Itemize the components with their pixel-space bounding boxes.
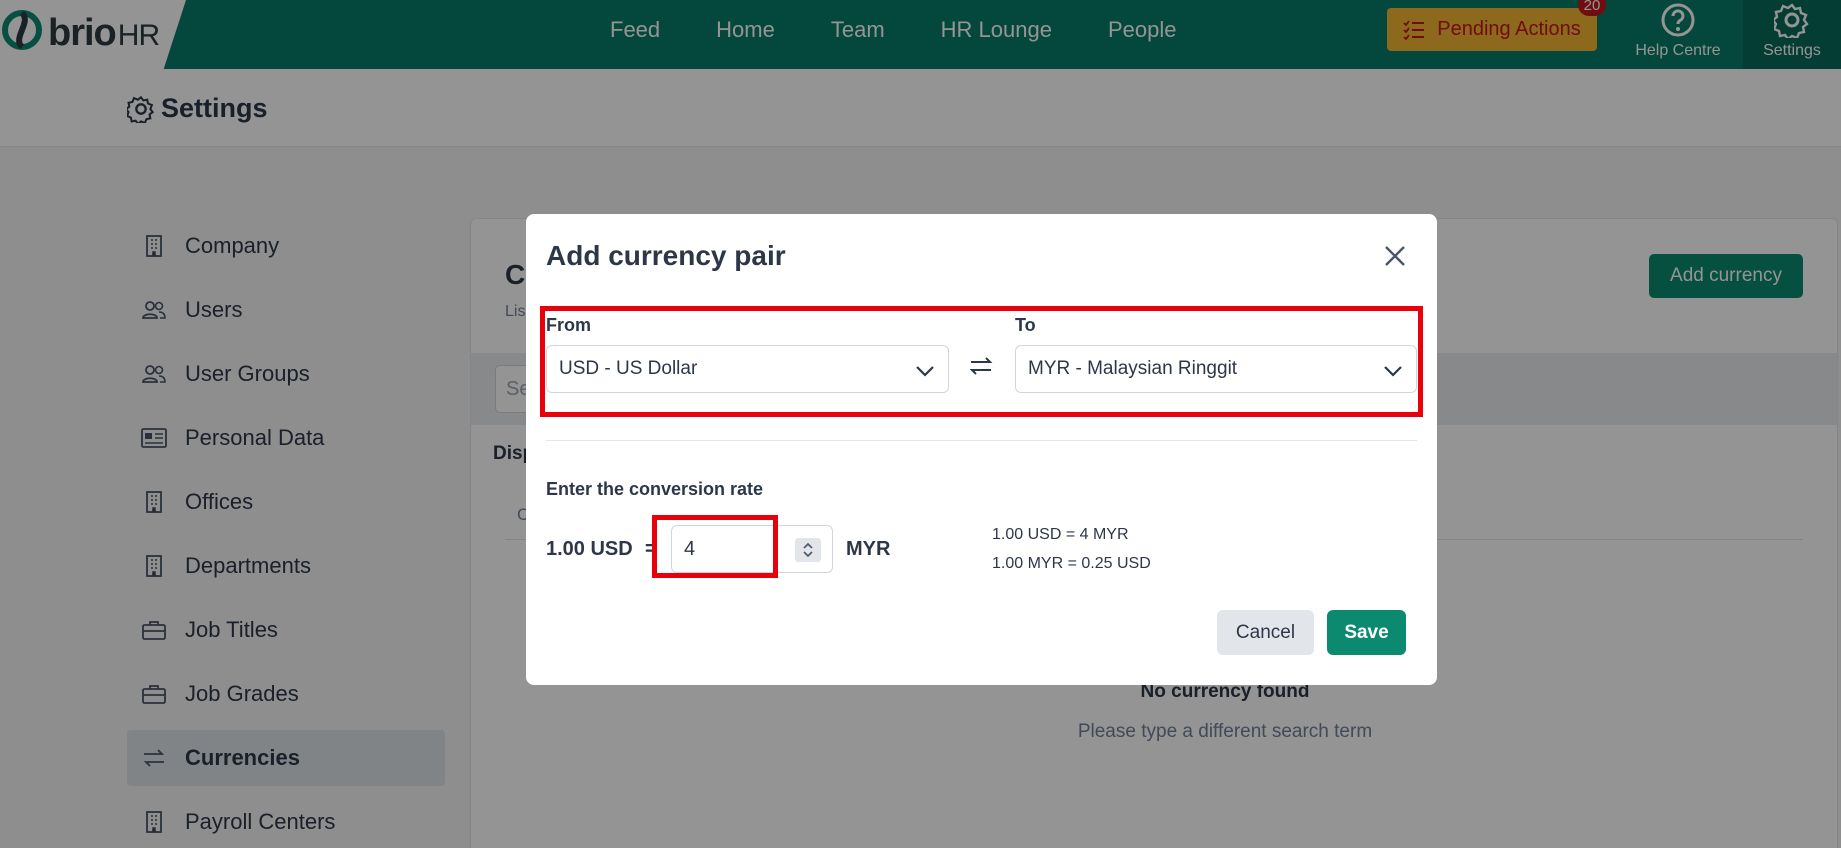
close-icon <box>1385 246 1405 266</box>
cancel-button[interactable]: Cancel <box>1217 610 1314 655</box>
modal-divider <box>546 440 1417 441</box>
target-currency: MYR <box>846 538 891 560</box>
save-button[interactable]: Save <box>1327 610 1406 655</box>
add-currency-pair-modal: Add currency pair From USD - US Dollar T… <box>526 214 1437 685</box>
rate-stepper[interactable] <box>795 538 821 562</box>
stepper-arrows-icon <box>803 542 813 558</box>
calc-forward-rate: 1.00 USD = 4 MYR <box>992 526 1129 543</box>
highlight-rate-input <box>652 515 778 578</box>
close-button[interactable] <box>1381 242 1409 270</box>
conversion-rate-label: Enter the conversion rate <box>546 479 764 499</box>
modal-title: Add currency pair <box>546 240 786 271</box>
calc-inverse-rate: 1.00 MYR = 0.25 USD <box>992 555 1151 572</box>
highlight-currency-selects <box>540 306 1423 417</box>
base-amount: 1.00 USD <box>546 538 633 560</box>
